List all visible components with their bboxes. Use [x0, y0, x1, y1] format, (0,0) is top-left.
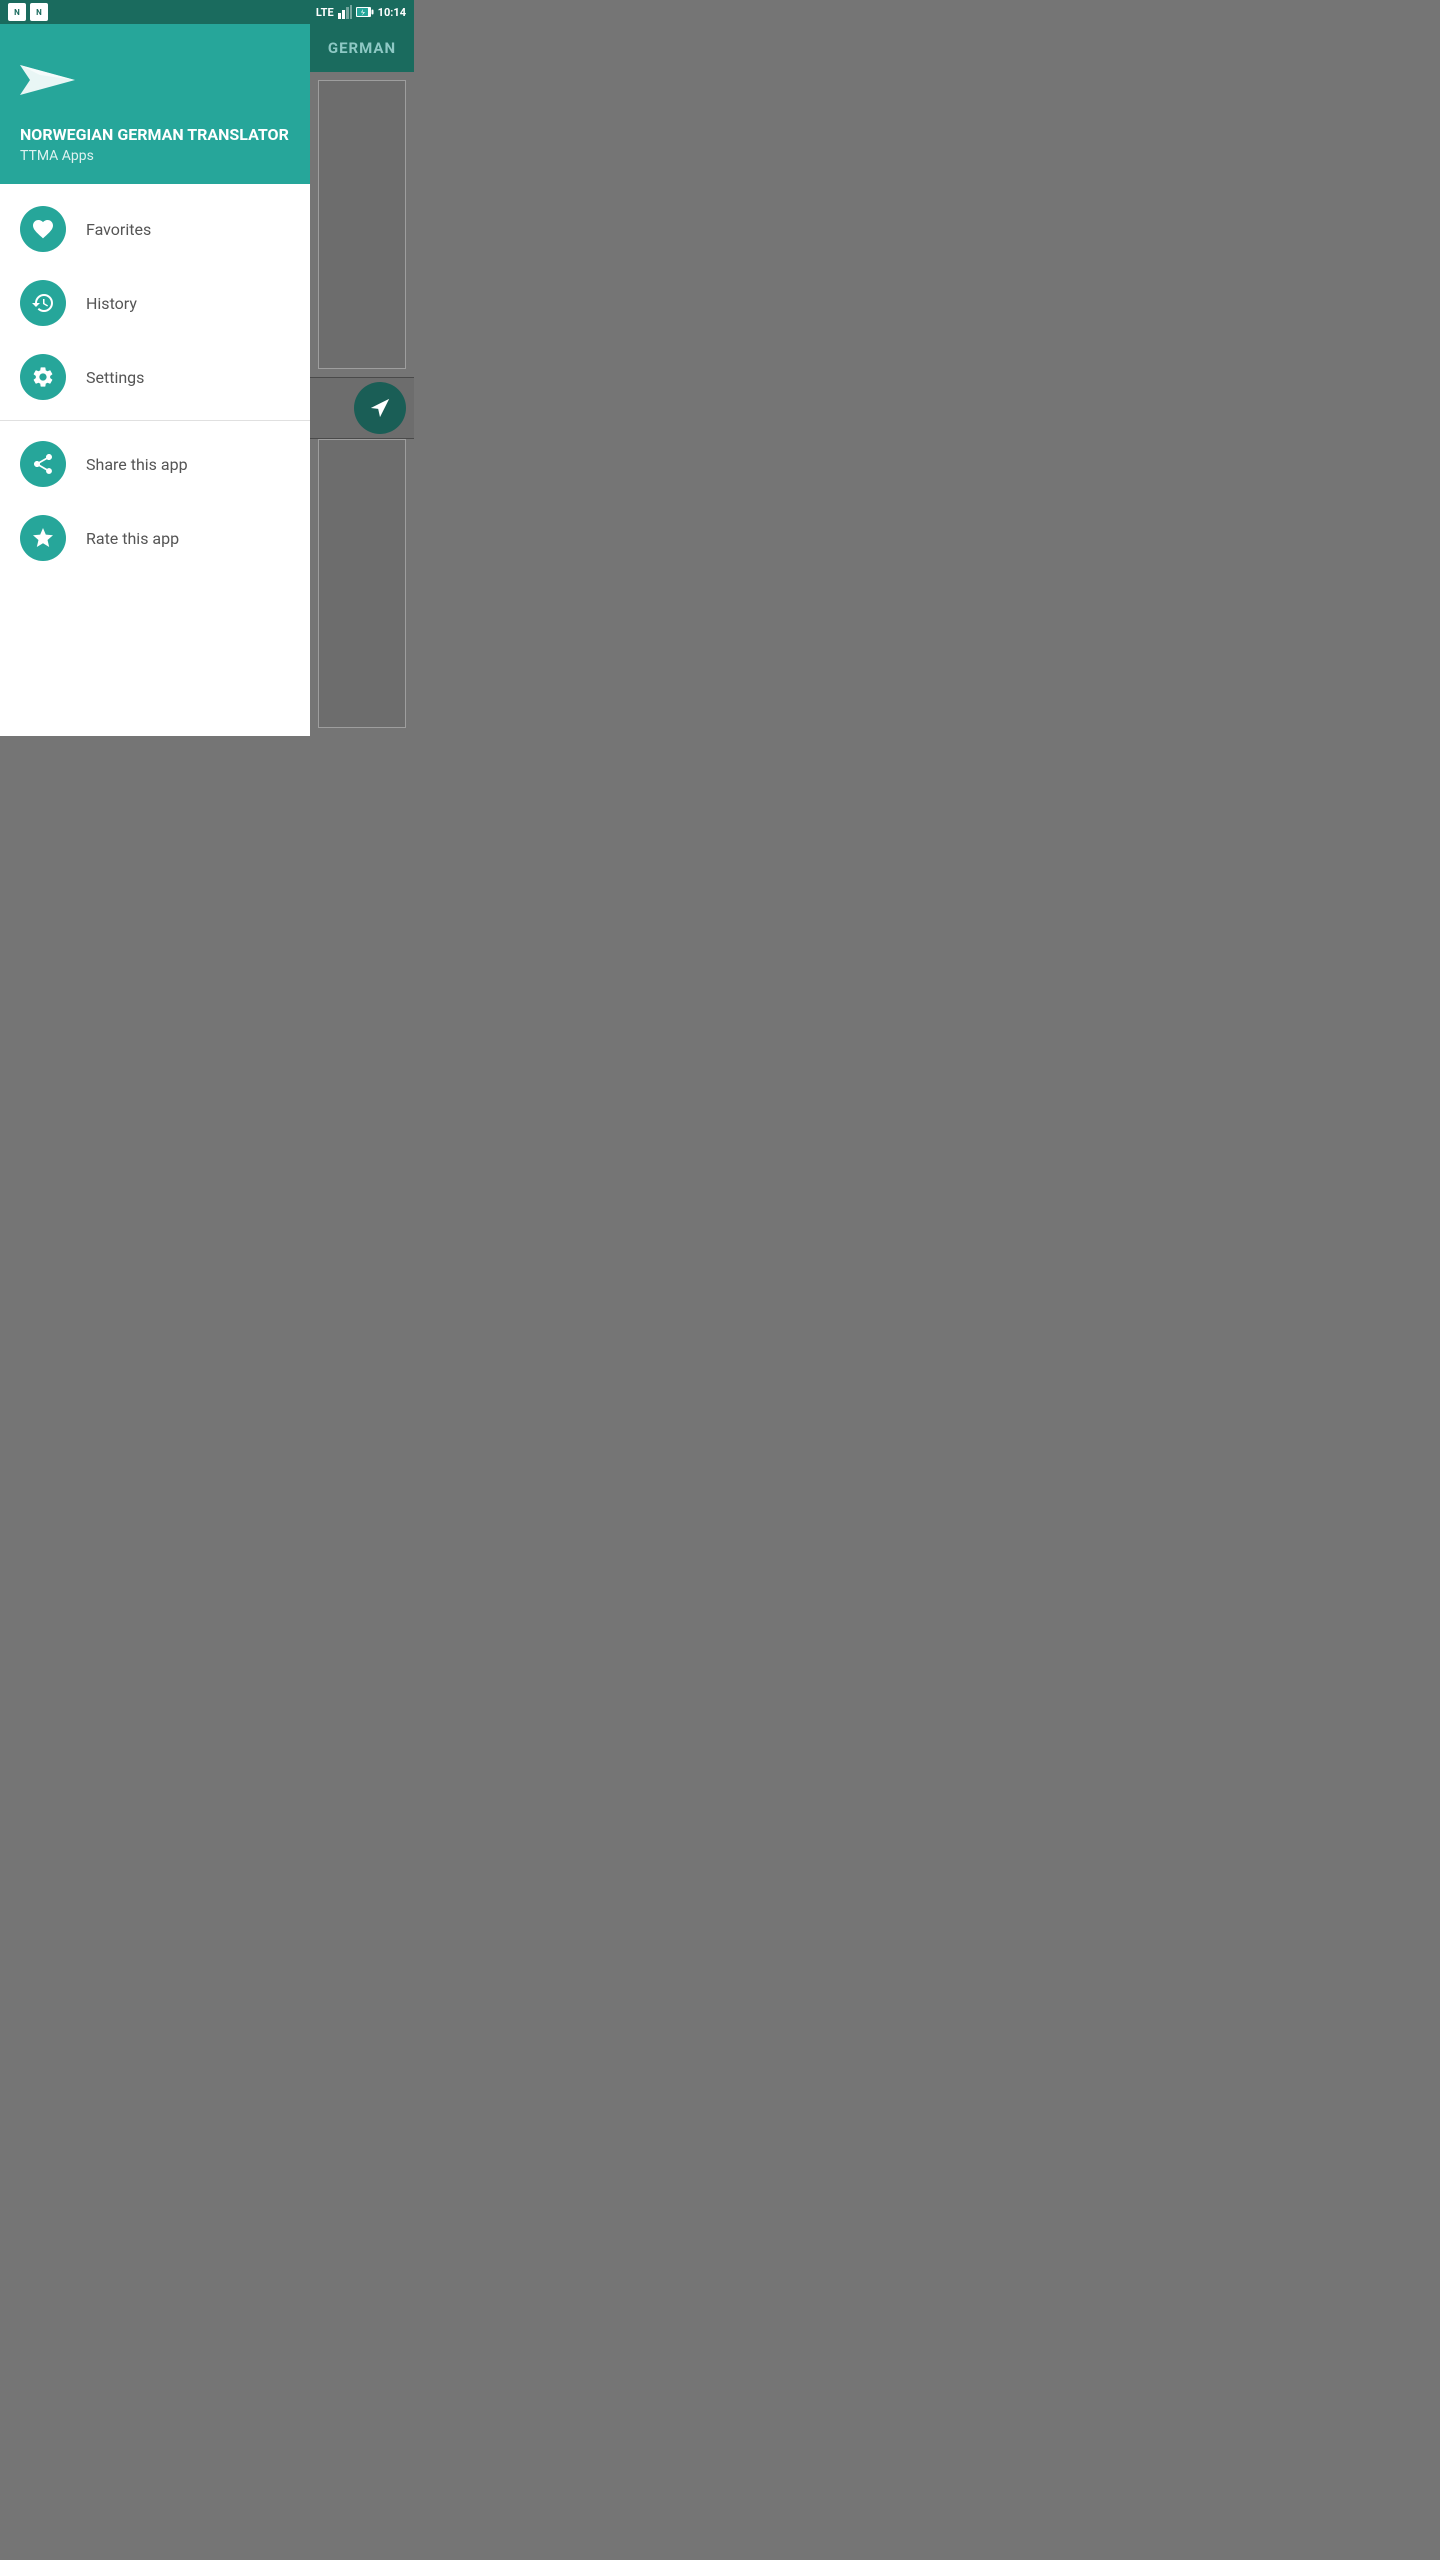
nougat-logo-2: N [30, 3, 48, 21]
settings-label: Settings [86, 368, 144, 387]
main-content: GERMAN [310, 24, 414, 736]
send-icon [369, 397, 391, 419]
translate-action-row [310, 377, 414, 439]
nav-item-favorites[interactable]: Favorites [0, 192, 310, 266]
lte-indicator: LTE [316, 6, 334, 19]
clock-icon [31, 291, 55, 315]
status-bar-right: LTE 10:14 [316, 5, 406, 19]
settings-icon-circle [20, 354, 66, 400]
nav-item-history[interactable]: History [0, 266, 310, 340]
translate-input-area[interactable] [318, 80, 406, 369]
history-icon-circle [20, 280, 66, 326]
nav-item-settings[interactable]: Settings [0, 340, 310, 414]
share-icon [31, 452, 55, 476]
favorites-icon-circle [20, 206, 66, 252]
signal-icon [338, 5, 352, 19]
favorites-label: Favorites [86, 220, 151, 239]
language-title: GERMAN [328, 39, 396, 57]
content-header: GERMAN [310, 24, 414, 72]
nav-divider [0, 420, 310, 421]
share-icon-circle [20, 441, 66, 487]
share-label: Share this app [86, 455, 188, 474]
nougat-logo-1: N [8, 3, 26, 21]
app-logo [20, 55, 290, 109]
translate-button[interactable] [354, 382, 406, 434]
nav-items: Favorites History Settings [0, 184, 310, 736]
nav-item-rate[interactable]: Rate this app [0, 501, 310, 575]
translate-output-area [318, 439, 406, 728]
content-body [310, 72, 414, 736]
app-subtitle: TTMA Apps [20, 148, 290, 164]
battery-icon [356, 6, 374, 18]
heart-icon [31, 217, 55, 241]
history-label: History [86, 294, 137, 313]
status-bar: N N LTE 10:14 [0, 0, 414, 24]
time-display: 10:14 [378, 6, 406, 19]
rate-icon-circle [20, 515, 66, 561]
drawer: NORWEGIAN GERMAN TRANSLATOR TTMA Apps Fa… [0, 24, 310, 736]
nav-item-share[interactable]: Share this app [0, 427, 310, 501]
main-layout: NORWEGIAN GERMAN TRANSLATOR TTMA Apps Fa… [0, 24, 414, 736]
paper-plane-logo [20, 55, 80, 105]
drawer-header: NORWEGIAN GERMAN TRANSLATOR TTMA Apps [0, 24, 310, 184]
star-icon [31, 526, 55, 550]
status-bar-left: N N [8, 3, 48, 21]
rate-label: Rate this app [86, 529, 179, 548]
app-title: NORWEGIAN GERMAN TRANSLATOR [20, 125, 290, 144]
gear-icon [31, 365, 55, 389]
